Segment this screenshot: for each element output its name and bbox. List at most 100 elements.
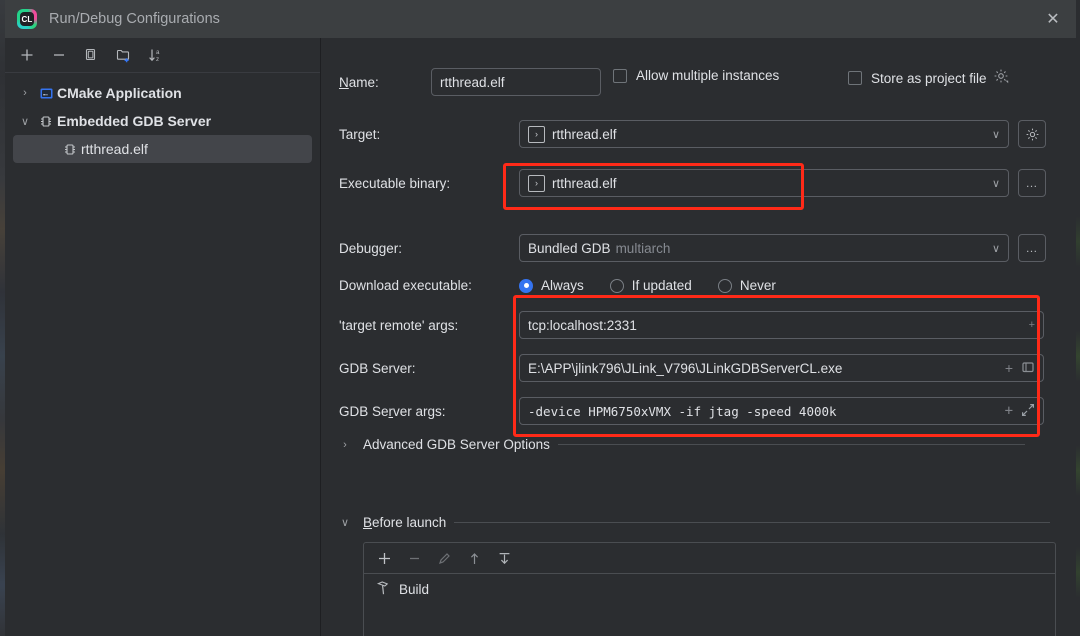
chevron-down-icon[interactable]: ∨ [984, 128, 1000, 141]
add-configuration-button[interactable] [13, 42, 41, 68]
chevron-right-icon[interactable]: › [335, 439, 355, 451]
debugger-browse-button[interactable]: … [1018, 234, 1046, 262]
radio-never-label: Never [739, 278, 776, 293]
tree-item-label: CMake Application [57, 85, 182, 101]
configuration-editor-panel: Name: rtthread.elf Allow multiple instan… [321, 38, 1076, 636]
svg-text:z: z [156, 56, 159, 63]
tree-item-label: rtthread.elf [81, 141, 148, 157]
add-macro-icon[interactable]: + [997, 360, 1013, 376]
allow-multiple-instances-checkbox[interactable] [613, 68, 627, 83]
store-as-project-file-checkbox[interactable] [848, 71, 862, 85]
allow-multiple-instances-row[interactable]: Allow multiple instances [613, 68, 779, 83]
chip-icon [59, 142, 81, 157]
section-divider [454, 522, 1050, 523]
sort-az-button[interactable]: a z [141, 42, 169, 68]
name-row: Name: rtthread.elf [339, 68, 601, 96]
gdb-server-value: E:\APP\jlink796\JLink_V796\JLinkGDBServe… [528, 360, 843, 376]
radio-if-updated-label: If updated [631, 278, 692, 293]
tree-item-embedded-gdb-server[interactable]: ∨ Embedded GDB Server [5, 107, 320, 135]
executable-binary-browse-button[interactable]: … [1018, 169, 1046, 197]
executable-binary-label: Executable binary: [339, 175, 451, 191]
debugger-value: Bundled GDB [528, 240, 611, 256]
target-label: Target: [339, 126, 381, 142]
target-combobox[interactable]: › rtthread.elf ∨ [519, 120, 1009, 148]
debugger-label: Debugger: [339, 240, 403, 256]
target-remote-args-row: 'target remote' args: tcp:localhost:2331… [339, 311, 1044, 339]
chevron-down-icon[interactable]: ∨ [984, 177, 1000, 190]
run-config-icon: › [528, 125, 545, 143]
allow-multiple-instances-label: Allow multiple instances [636, 68, 780, 83]
debugger-row: Debugger: Bundled GDB multiarch ∨ … [339, 234, 1046, 262]
target-remote-args-label: 'target remote' args: [339, 317, 459, 333]
before-launch-toolbar [364, 543, 1055, 574]
add-macro-icon[interactable]: + [1021, 319, 1035, 331]
configurations-sidebar: a z › CMake Application ∨ Embedded GDB S… [5, 38, 321, 636]
move-task-down-button[interactable] [490, 546, 518, 570]
tree-item-cmake-application[interactable]: › CMake Application [5, 79, 320, 107]
gdb-server-input[interactable]: E:\APP\jlink796\JLink_V796\JLinkGDBServe… [519, 354, 1044, 382]
add-macro-icon[interactable]: + [997, 403, 1013, 419]
download-executable-label: Download executable: [339, 278, 472, 293]
dialog-title-bar: CL Run/Debug Configurations [5, 0, 1076, 38]
executable-binary-value: rtthread.elf [552, 175, 617, 191]
download-executable-option-never[interactable]: Never [717, 278, 776, 293]
edit-task-button[interactable] [430, 546, 458, 570]
radio-never[interactable] [717, 278, 732, 293]
advanced-gdb-server-options-label: Advanced GDB Server Options [363, 437, 550, 452]
chevron-down-icon[interactable]: ∨ [984, 242, 1000, 255]
gdb-server-args-row: GDB Server args: -device HPM6750xVMX -if… [339, 397, 1044, 425]
debugger-combobox[interactable]: Bundled GDB multiarch ∨ [519, 234, 1009, 262]
clion-logo-text: CL [20, 12, 34, 26]
before-launch-task-list: Build [363, 542, 1056, 636]
dialog-title: Run/Debug Configurations [49, 11, 220, 27]
chevron-down-icon[interactable]: ∨ [335, 516, 355, 529]
name-input[interactable]: rtthread.elf [431, 68, 601, 96]
download-executable-option-if-updated[interactable]: If updated [609, 278, 692, 293]
target-remote-args-value: tcp:localhost:2331 [528, 317, 637, 333]
folder-icon[interactable] [1021, 360, 1035, 377]
sidebar-toolbar: a z [5, 38, 320, 73]
advanced-gdb-server-options-row[interactable]: › Advanced GDB Server Options [335, 437, 1025, 452]
configurations-tree: › CMake Application ∨ Embedded GDB Serve… [5, 73, 320, 163]
remove-configuration-button[interactable] [45, 42, 73, 68]
gdb-server-args-value: -device HPM6750xVMX -if jtag -speed 4000… [528, 403, 837, 419]
gdb-server-row: GDB Server: E:\APP\jlink796\JLink_V796\J… [339, 354, 1044, 382]
store-as-project-file-row[interactable]: Store as project file [848, 68, 1010, 88]
move-task-up-button[interactable] [460, 546, 488, 570]
section-divider [557, 444, 1025, 445]
chevron-right-icon[interactable]: › [15, 87, 35, 99]
store-as-project-file-label: Store as project file [871, 70, 987, 86]
target-value: rtthread.elf [552, 126, 617, 142]
chip-icon [35, 114, 57, 129]
download-executable-option-always[interactable]: Always [519, 278, 584, 293]
new-folder-button[interactable] [109, 42, 137, 68]
executable-binary-combobox[interactable]: › rtthread.elf ∨ [519, 169, 1009, 197]
gdb-server-args-label: GDB Server args: [339, 403, 446, 419]
tree-item-rtthread-elf[interactable]: rtthread.elf [13, 135, 312, 163]
clion-logo-icon: CL [17, 9, 37, 29]
radio-if-updated[interactable] [609, 278, 624, 293]
close-icon[interactable]: ✕ [1030, 0, 1076, 38]
chevron-down-icon[interactable]: ∨ [15, 115, 35, 128]
target-remote-args-input[interactable]: tcp:localhost:2331 + [519, 311, 1044, 339]
radio-always[interactable] [519, 278, 533, 293]
target-row: Target: › rtthread.elf ∨ [339, 120, 1046, 148]
gear-icon[interactable] [993, 68, 1010, 88]
expand-icon[interactable] [1021, 403, 1035, 420]
name-label: Name: [339, 74, 379, 90]
before-launch-header[interactable]: ∨ Before launch [335, 515, 1050, 530]
gdb-server-args-input[interactable]: -device HPM6750xVMX -if jtag -speed 4000… [519, 397, 1044, 425]
before-launch-item-build[interactable]: Build [364, 574, 1055, 604]
before-launch-item-label: Build [399, 581, 430, 597]
before-launch-label: Before launch [363, 515, 447, 530]
add-task-button[interactable] [370, 546, 398, 570]
executable-binary-row: Executable binary: › rtthread.elf ∨ … [339, 169, 1046, 197]
copy-configuration-button[interactable] [77, 42, 105, 68]
radio-always-label: Always [541, 278, 584, 293]
tree-item-label: Embedded GDB Server [57, 113, 212, 129]
cmake-app-icon [35, 86, 57, 101]
remove-task-button[interactable] [400, 546, 428, 570]
run-config-icon: › [528, 174, 545, 192]
debugger-value-suffix: multiarch [615, 240, 671, 256]
target-settings-button[interactable] [1018, 120, 1046, 148]
